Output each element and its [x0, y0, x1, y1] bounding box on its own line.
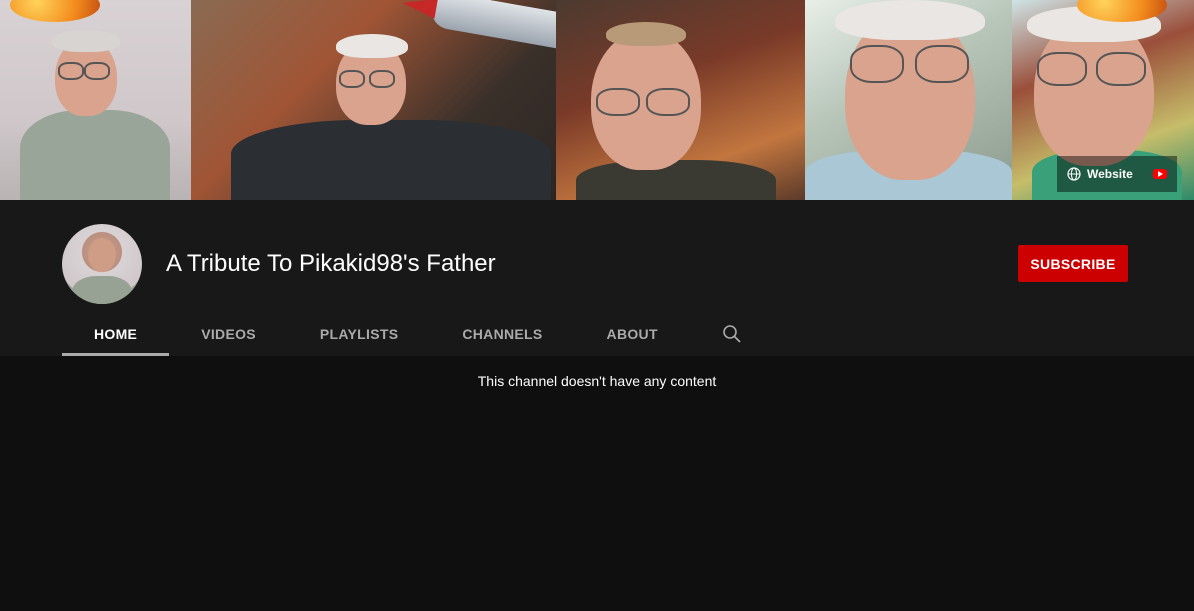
channel-name: A Tribute To Pikakid98's Father: [166, 250, 496, 277]
goldfish-image: [10, 0, 100, 22]
tab-about[interactable]: ABOUT: [575, 312, 690, 356]
subscribe-button[interactable]: SUBSCRIBE: [1018, 245, 1128, 282]
website-label: Website: [1087, 167, 1133, 181]
channel-header: A Tribute To Pikakid98's Father SUBSCRIB…: [0, 200, 1194, 356]
tab-home[interactable]: HOME: [62, 312, 170, 356]
banner-photo-2: [191, 0, 556, 200]
tab-videos[interactable]: VIDEOS: [169, 312, 288, 356]
channel-search-button[interactable]: [690, 312, 762, 356]
channel-avatar[interactable]: [62, 224, 142, 304]
banner-photo-4: [805, 0, 1012, 200]
tab-channels[interactable]: CHANNELS: [430, 312, 574, 356]
empty-content-message: This channel doesn't have any content: [477, 373, 717, 389]
tab-playlists[interactable]: PLAYLISTS: [288, 312, 430, 356]
channel-tabs: HOME VIDEOS PLAYLISTS CHANNELS ABOUT: [62, 312, 762, 356]
search-icon: [723, 325, 741, 343]
rocket-image: [400, 0, 556, 54]
channel-banner: Website: [0, 0, 1194, 200]
banner-photo-3: [556, 0, 805, 200]
website-link[interactable]: Website: [1057, 156, 1177, 192]
banner-photo-1: [0, 0, 191, 200]
youtube-icon: [1153, 169, 1167, 179]
globe-icon: [1067, 167, 1081, 181]
